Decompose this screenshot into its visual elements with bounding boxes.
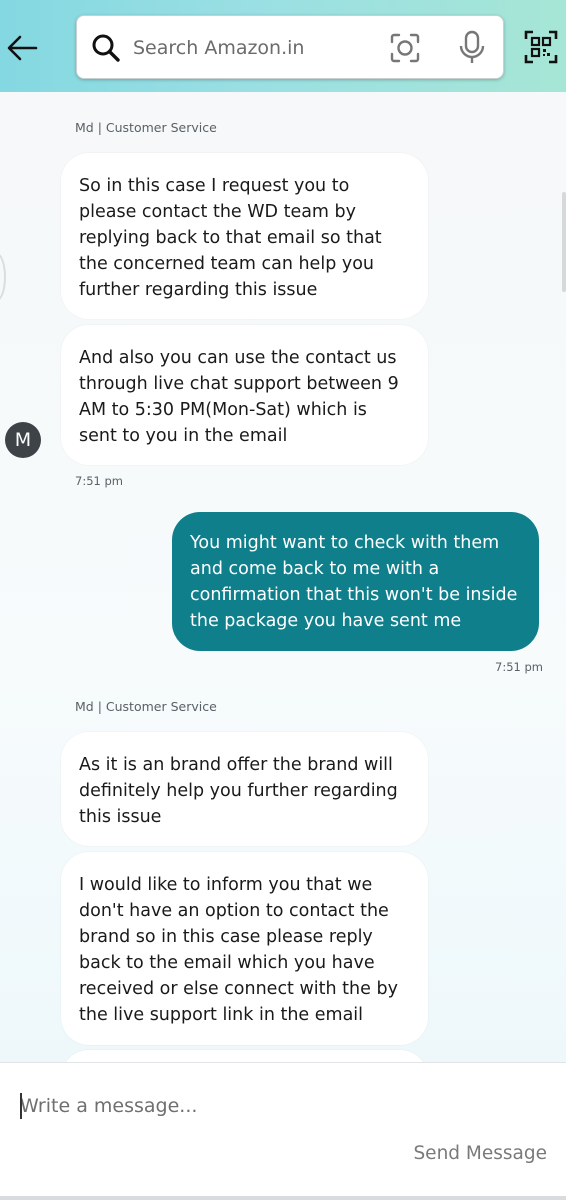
search-input[interactable] [133,30,373,66]
edge-decoration [0,252,6,302]
bottom-divider [0,1196,566,1200]
message-composer: Send Message [0,1062,566,1200]
text-caret [20,1093,22,1119]
incoming-message[interactable]: I would like to inform you that we don't… [61,852,428,1045]
microphone-icon[interactable] [459,30,485,66]
top-header [0,0,566,92]
outgoing-message[interactable]: You might want to check with them and co… [172,512,539,651]
qr-scan-icon [524,30,558,64]
send-message-button[interactable]: Send Message [413,1143,547,1164]
scrollbar[interactable] [562,192,566,292]
search-box[interactable] [76,15,504,79]
incoming-message[interactable]: And also you can use the contact us thro… [61,325,428,465]
chat-thread[interactable]: Md | Customer Service So in this case I … [0,92,566,1062]
message-time: 7:51 pm [495,660,543,674]
back-arrow-icon [7,35,38,61]
sender-label: Md | Customer Service [75,120,217,135]
camera-icon[interactable] [389,32,421,64]
search-icon [92,34,120,62]
message-time: 7:51 pm [75,474,123,488]
incoming-message[interactable]: As it is an brand offer the brand will d… [61,732,428,846]
back-button[interactable] [2,26,42,70]
qr-scan-button[interactable] [524,30,558,64]
message-input[interactable] [20,1089,540,1123]
agent-avatar: M [5,422,41,458]
sender-label: Md | Customer Service [75,699,217,714]
incoming-message[interactable]: So in this case I request you to please … [61,153,428,319]
incoming-message-partial[interactable] [61,1050,428,1062]
